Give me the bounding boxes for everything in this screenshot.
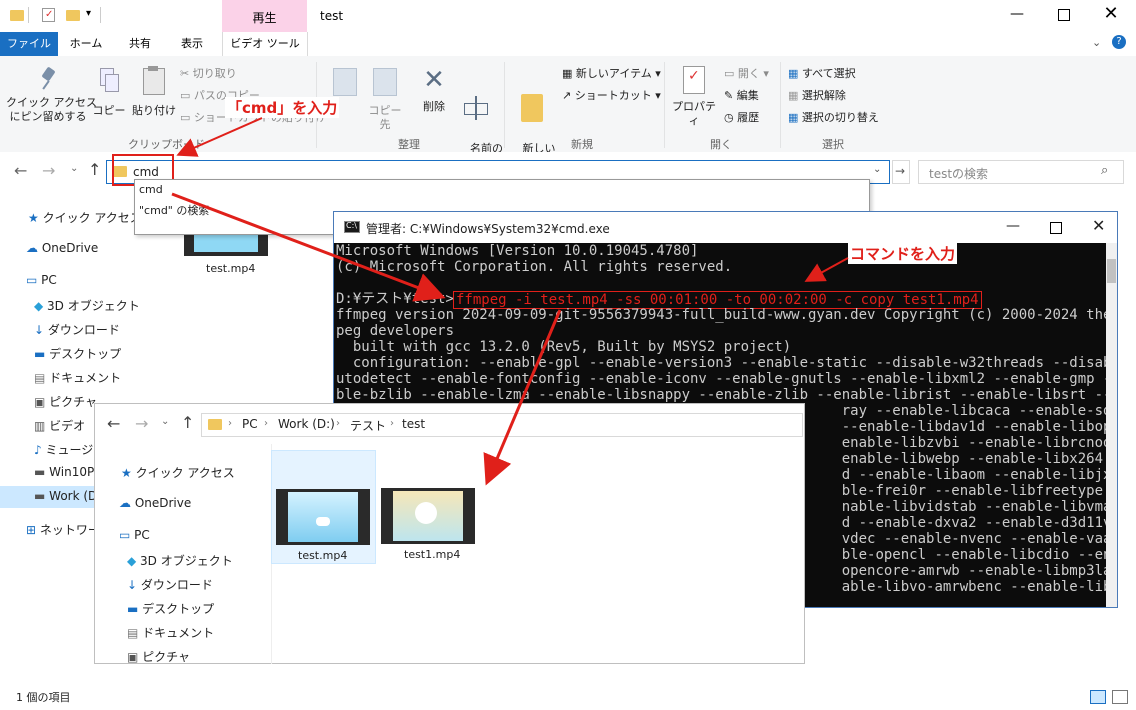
flow-arrow — [483, 309, 562, 486]
status-bar: 1 個の項目 — [0, 684, 1136, 710]
item-count: 1 個の項目 — [16, 691, 71, 704]
flow-arrow — [171, 192, 446, 302]
callout-arrow — [176, 117, 263, 157]
callout-arrow — [804, 257, 849, 282]
large-icons-view-icon[interactable] — [1112, 690, 1128, 704]
details-view-icon[interactable] — [1090, 690, 1106, 704]
annotation-arrows — [171, 117, 849, 486]
